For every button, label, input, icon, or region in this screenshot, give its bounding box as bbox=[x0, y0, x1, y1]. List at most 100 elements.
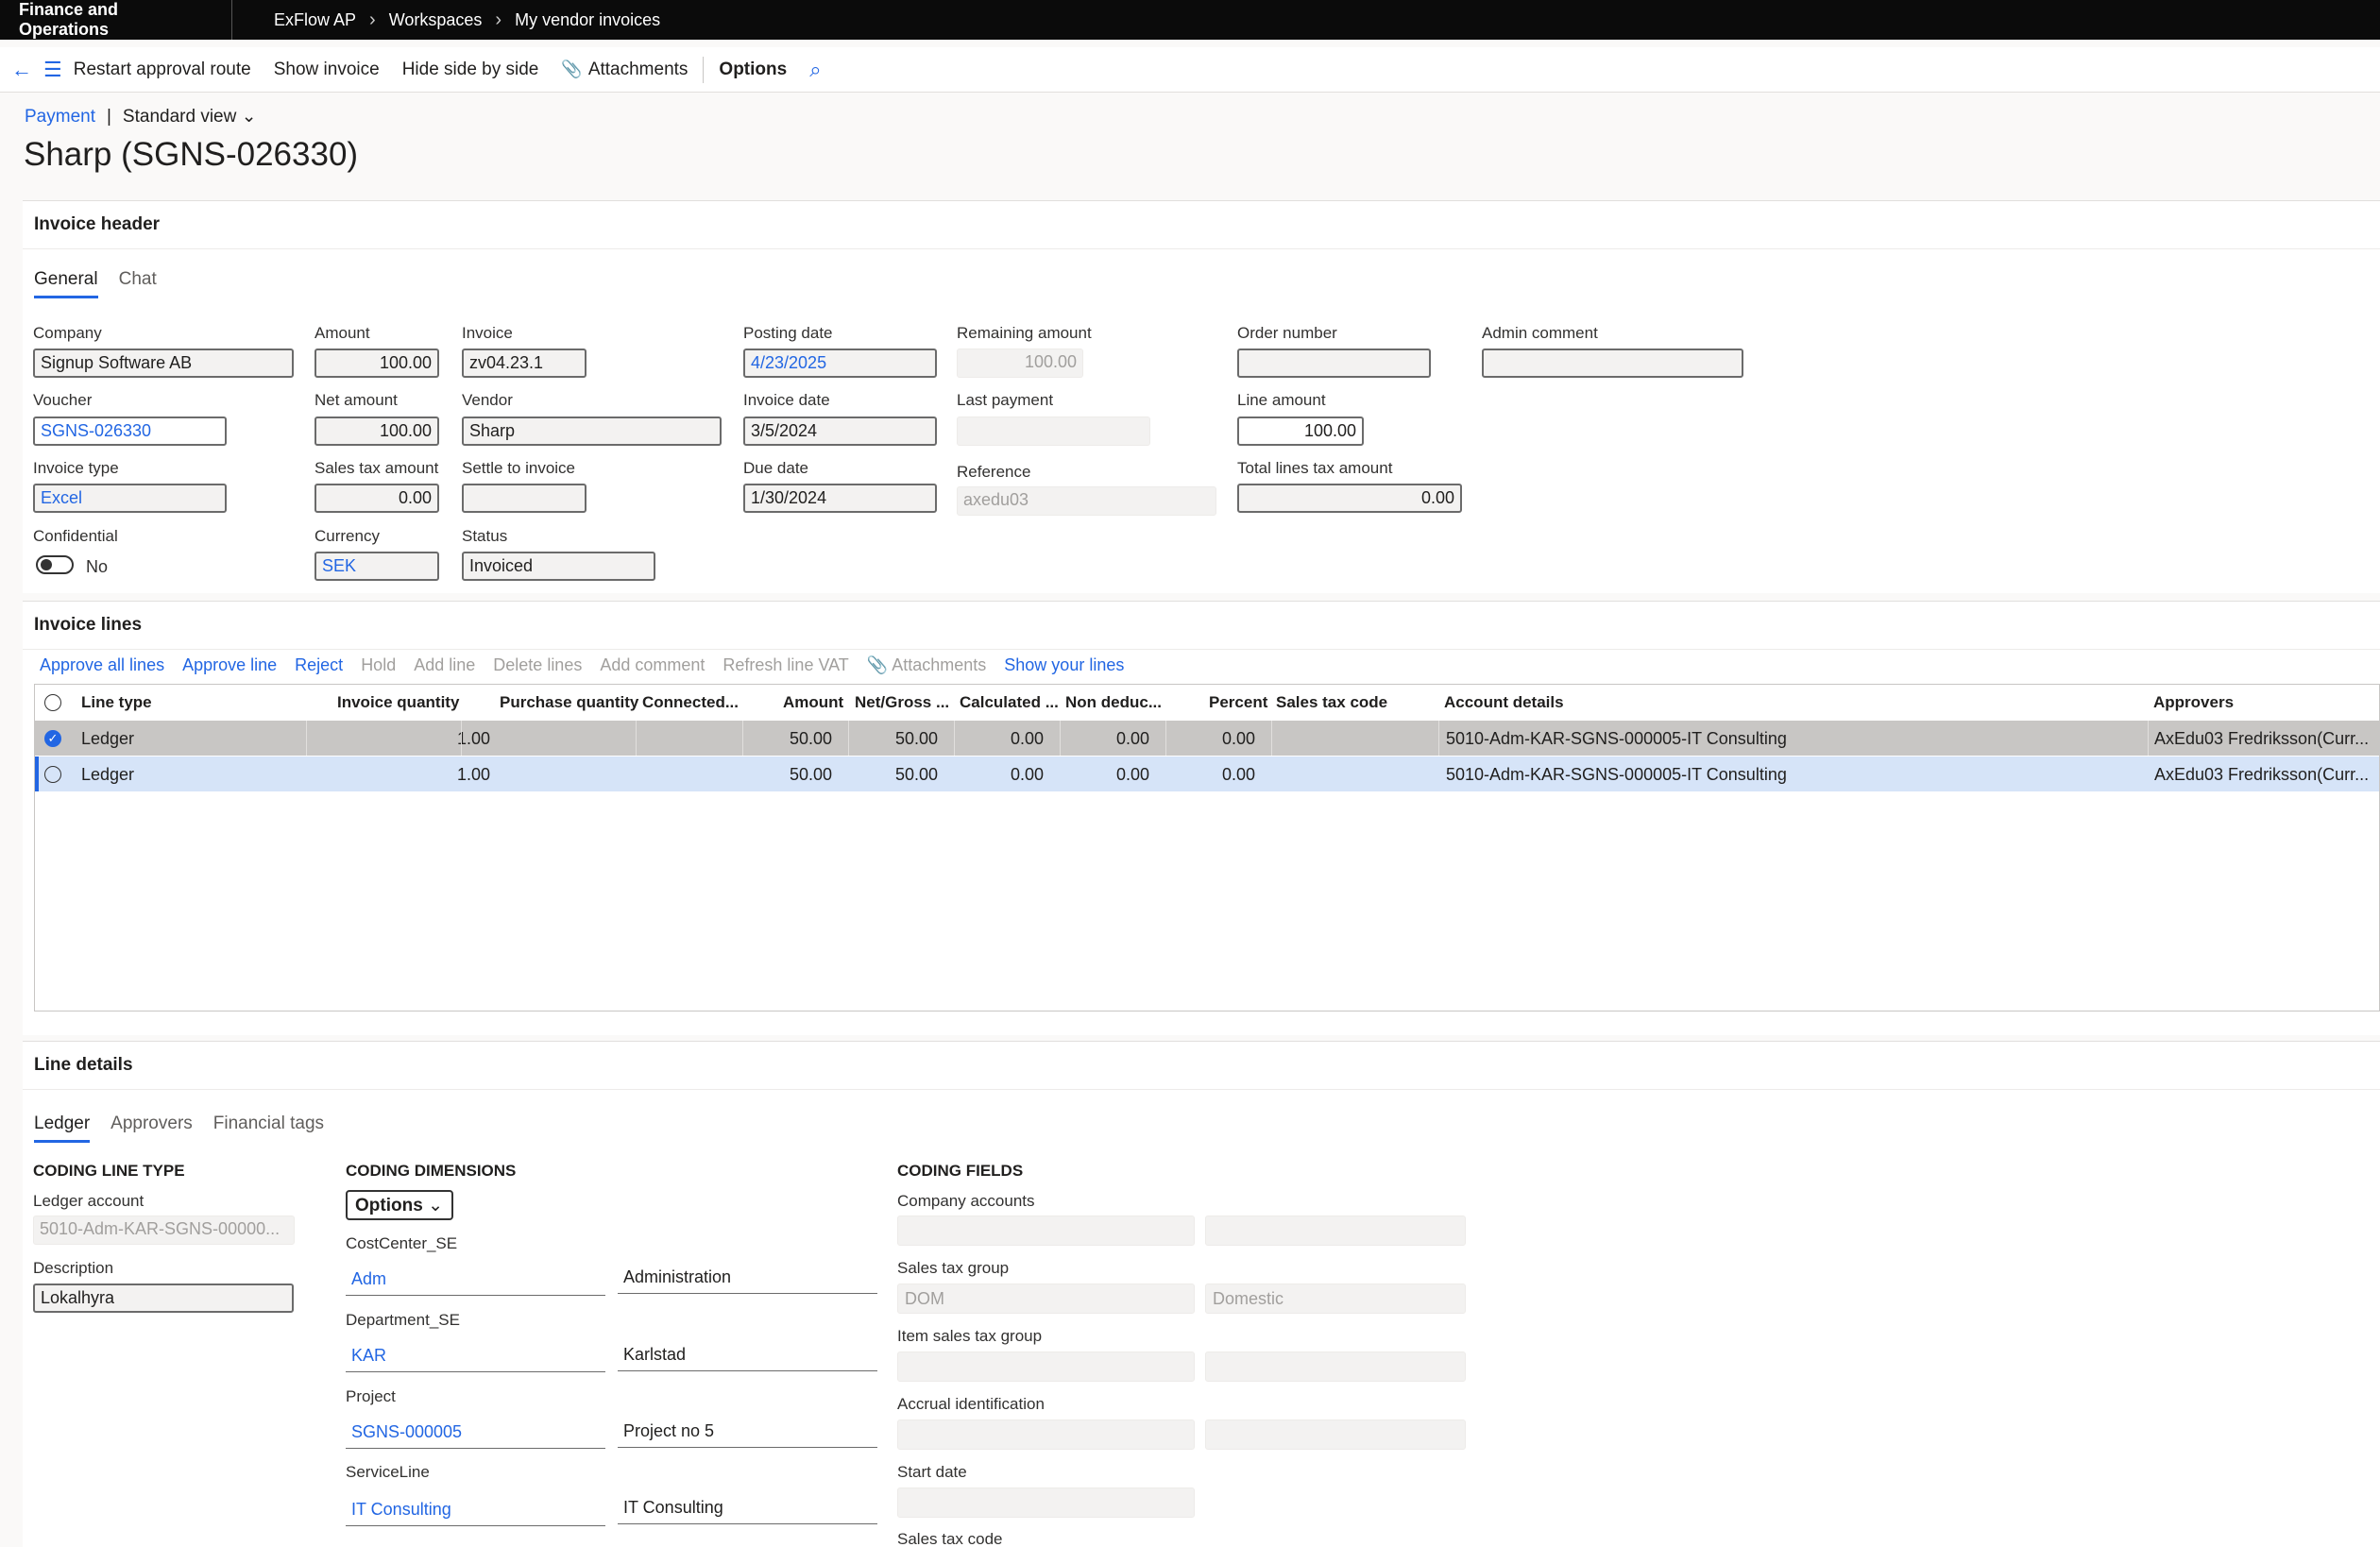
cell-percent: 0.00 bbox=[1221, 765, 1255, 784]
cell-divider bbox=[1165, 721, 1166, 756]
payment-link[interactable]: Payment bbox=[25, 107, 95, 128]
col-calculated[interactable]: Calculated ... bbox=[960, 693, 1059, 712]
invoice-type-field[interactable]: Excel bbox=[33, 484, 227, 513]
last-payment-field bbox=[957, 416, 1150, 446]
approve-line-button[interactable]: Approve line bbox=[182, 655, 277, 675]
app-title[interactable]: Finance and Operations bbox=[0, 0, 232, 40]
invoice-lines-grid: Line type Invoice quantity Purchase quan… bbox=[34, 684, 2380, 1012]
lines-attachments-button[interactable]: 📎 Attachments bbox=[867, 655, 986, 675]
invoice-lines-title[interactable]: Invoice lines bbox=[23, 602, 2380, 650]
tab-financial-tags[interactable]: Financial tags bbox=[213, 1114, 324, 1143]
col-amount[interactable]: Amount bbox=[783, 693, 843, 712]
delete-lines-button[interactable]: Delete lines bbox=[493, 655, 582, 675]
start-date-label: Start date bbox=[897, 1463, 967, 1481]
tab-chat[interactable]: Chat bbox=[119, 269, 157, 298]
costcenter-code-field[interactable]: Adm bbox=[346, 1264, 605, 1296]
add-line-button[interactable]: Add line bbox=[414, 655, 475, 675]
description-label: Description bbox=[33, 1259, 114, 1277]
serviceline-code-field[interactable]: IT Consulting bbox=[346, 1494, 605, 1526]
col-account-details[interactable]: Account details bbox=[1444, 693, 1564, 712]
restart-approval-route-button[interactable]: Restart approval route bbox=[74, 60, 263, 80]
company-field[interactable]: Signup Software AB bbox=[33, 348, 294, 378]
breadcrumb-item-exflow[interactable]: ExFlow AP bbox=[274, 10, 356, 30]
invoice-field[interactable]: zv04.23.1 bbox=[462, 348, 586, 378]
top-navigation-bar: Finance and Operations ExFlow AP › Works… bbox=[0, 0, 2380, 40]
sales-tax-group-field: DOM bbox=[897, 1284, 1195, 1314]
col-non-deductible[interactable]: Non deduc... bbox=[1065, 693, 1162, 712]
confidential-toggle[interactable] bbox=[36, 555, 74, 574]
vendor-field[interactable]: Sharp bbox=[462, 416, 722, 446]
ledger-account-field: 5010-Adm-KAR-SGNS-00000... bbox=[33, 1216, 295, 1245]
table-row[interactable]: Ledger 1.00 50.00 50.00 0.00 0.00 0.00 5… bbox=[35, 756, 2379, 791]
col-invoice-quantity[interactable]: Invoice quantity bbox=[337, 693, 459, 712]
voucher-field[interactable]: SGNS-026330 bbox=[33, 416, 227, 446]
reference-field: axedu03 bbox=[957, 486, 1216, 516]
currency-field[interactable]: SEK bbox=[314, 552, 439, 581]
dimensions-options-button[interactable]: Options ⌄ bbox=[346, 1190, 453, 1220]
col-sales-tax-code[interactable]: Sales tax code bbox=[1276, 693, 1387, 712]
tab-approvers[interactable]: Approvers bbox=[110, 1114, 193, 1143]
chevron-down-icon: ⌄ bbox=[428, 1196, 443, 1216]
add-comment-button[interactable]: Add comment bbox=[600, 655, 705, 675]
cell-approvers: AxEdu03 Fredriksson(Curr... bbox=[2154, 729, 2370, 748]
cell-invoice-quantity: 1.00 bbox=[456, 729, 490, 748]
department-code-field[interactable]: KAR bbox=[346, 1340, 605, 1372]
net-amount-field[interactable]: 100.00 bbox=[314, 416, 439, 446]
row-select-checkbox[interactable]: ✓ bbox=[44, 730, 61, 747]
col-net-gross[interactable]: Net/Gross ... bbox=[855, 693, 949, 712]
select-all-checkbox[interactable] bbox=[44, 694, 61, 711]
approve-all-lines-button[interactable]: Approve all lines bbox=[40, 655, 164, 675]
show-your-lines-button[interactable]: Show your lines bbox=[1004, 655, 1124, 675]
cell-percent: 0.00 bbox=[1221, 729, 1255, 748]
paperclip-icon: 📎 bbox=[866, 655, 889, 674]
project-code-field[interactable]: SGNS-000005 bbox=[346, 1417, 605, 1449]
costcenter-name-field: Administration bbox=[618, 1262, 877, 1294]
ledger-account-label: Ledger account bbox=[33, 1192, 144, 1210]
search-icon: ⌕ bbox=[809, 57, 822, 81]
line-details-title[interactable]: Line details bbox=[23, 1042, 2380, 1090]
breadcrumb-item-workspaces[interactable]: Workspaces bbox=[389, 10, 483, 30]
amount-field[interactable]: 100.00 bbox=[314, 348, 439, 378]
col-approvers[interactable]: Approvers bbox=[2153, 693, 2234, 712]
sales-tax-code-label: Sales tax code bbox=[897, 1530, 1003, 1547]
status-field[interactable]: Invoiced bbox=[462, 552, 655, 581]
company-accounts-label: Company accounts bbox=[897, 1192, 1035, 1210]
order-number-field[interactable] bbox=[1237, 348, 1431, 378]
row-select-checkbox[interactable] bbox=[44, 766, 61, 783]
settle-to-invoice-field[interactable] bbox=[462, 484, 586, 513]
invoice-header-title[interactable]: Invoice header bbox=[23, 201, 2380, 249]
col-line-type[interactable]: Line type bbox=[81, 693, 152, 712]
tab-general[interactable]: General bbox=[34, 269, 98, 298]
due-date-field[interactable]: 1/30/2024 bbox=[743, 484, 937, 513]
hide-side-by-side-button[interactable]: Hide side by side bbox=[391, 60, 551, 80]
vendor-label: Vendor bbox=[462, 391, 513, 409]
search-button[interactable]: ⌕ bbox=[798, 58, 832, 82]
item-sales-tax-group-field bbox=[897, 1352, 1195, 1382]
refresh-line-vat-button[interactable]: Refresh line VAT bbox=[722, 655, 848, 675]
options-button[interactable]: Options bbox=[707, 60, 798, 80]
invoice-date-field[interactable]: 3/5/2024 bbox=[743, 416, 937, 446]
breadcrumb-item-my-vendor-invoices[interactable]: My vendor invoices bbox=[515, 10, 660, 30]
col-connected[interactable]: Connected... bbox=[642, 693, 739, 712]
tab-ledger[interactable]: Ledger bbox=[34, 1114, 91, 1143]
show-invoice-button[interactable]: Show invoice bbox=[263, 60, 391, 80]
table-row[interactable]: ✓ Ledger 1.00 50.00 50.00 0.00 0.00 0.00… bbox=[35, 721, 2379, 756]
cell-divider bbox=[1060, 721, 1061, 756]
admin-comment-field[interactable] bbox=[1482, 348, 1743, 378]
hold-button[interactable]: Hold bbox=[361, 655, 396, 675]
back-button[interactable]: ← bbox=[0, 58, 43, 82]
menu-button[interactable]: ☰ bbox=[43, 58, 74, 82]
total-lines-tax-field[interactable]: 0.00 bbox=[1237, 484, 1462, 513]
description-field[interactable]: Lokalhyra bbox=[33, 1284, 294, 1313]
view-selector[interactable]: Standard view ⌄ bbox=[123, 106, 257, 128]
sales-tax-amount-field[interactable]: 0.00 bbox=[314, 484, 439, 513]
attachments-button[interactable]: 📎 Attachments bbox=[550, 60, 699, 80]
sales-tax-group-name-field: Domestic bbox=[1205, 1284, 1466, 1314]
reject-button[interactable]: Reject bbox=[295, 655, 343, 675]
col-percent[interactable]: Percent bbox=[1209, 693, 1267, 712]
line-amount-field[interactable]: 100.00 bbox=[1237, 416, 1364, 446]
col-purchase-quantity[interactable]: Purchase quantity bbox=[500, 693, 638, 712]
coding-line-type-heading: CODING LINE TYPE bbox=[33, 1162, 185, 1180]
grid-header: Line type Invoice quantity Purchase quan… bbox=[35, 685, 2379, 719]
posting-date-field[interactable]: 4/23/2025 bbox=[743, 348, 937, 378]
